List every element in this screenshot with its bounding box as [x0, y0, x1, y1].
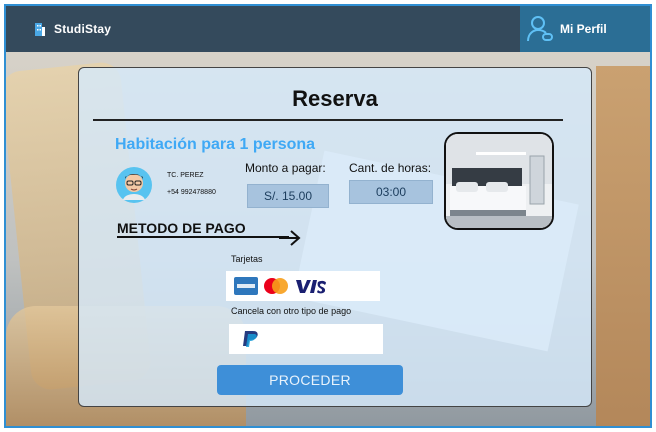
- booking-card: Reserva Habitación para 1 persona TC. PE…: [78, 67, 592, 407]
- user-profile-icon: [527, 16, 553, 42]
- mastercard-icon: [264, 278, 288, 294]
- background-table: [596, 66, 650, 426]
- room-photo: [444, 132, 554, 230]
- cards-label: Tarjetas: [231, 254, 263, 264]
- avatar-icon: [116, 167, 152, 203]
- amount-label: Monto a pagar:: [245, 161, 326, 175]
- title-divider: [93, 119, 563, 121]
- payment-method-title: METODO DE PAGO: [117, 220, 246, 236]
- alternative-payment-label: Cancela con otro tipo de pago: [231, 306, 352, 316]
- bedroom-image: [446, 134, 552, 228]
- user-phone: +54 992478880: [167, 189, 216, 196]
- payment-underline: [117, 236, 289, 238]
- amex-icon: [234, 277, 258, 295]
- user-name: TC. PEREZ: [167, 172, 204, 179]
- page-title: Reserva: [292, 86, 378, 111]
- proceed-button[interactable]: PROCEDER: [217, 365, 403, 395]
- hours-label: Cant. de horas:: [349, 161, 432, 175]
- building-icon: [35, 23, 45, 36]
- top-bar: StudiStay Mi Perfil: [6, 6, 650, 52]
- brand[interactable]: StudiStay: [6, 21, 111, 37]
- brand-name: StudiStay: [54, 22, 112, 36]
- card-payment-option[interactable]: [226, 271, 380, 301]
- paypal-icon: [243, 331, 258, 347]
- profile-button[interactable]: Mi Perfil: [520, 6, 650, 52]
- visa-icon: [296, 280, 326, 294]
- app-frame: StudiStay Mi Perfil Reserva Habitación p…: [4, 4, 652, 428]
- amount-field[interactable]: S/. 15.00: [247, 184, 329, 208]
- hours-field[interactable]: 03:00: [349, 180, 433, 204]
- room-title: Habitación para 1 persona: [115, 136, 316, 153]
- paypal-option[interactable]: [229, 324, 383, 354]
- profile-label: Mi Perfil: [560, 22, 607, 36]
- arrow-right-icon: [279, 230, 301, 246]
